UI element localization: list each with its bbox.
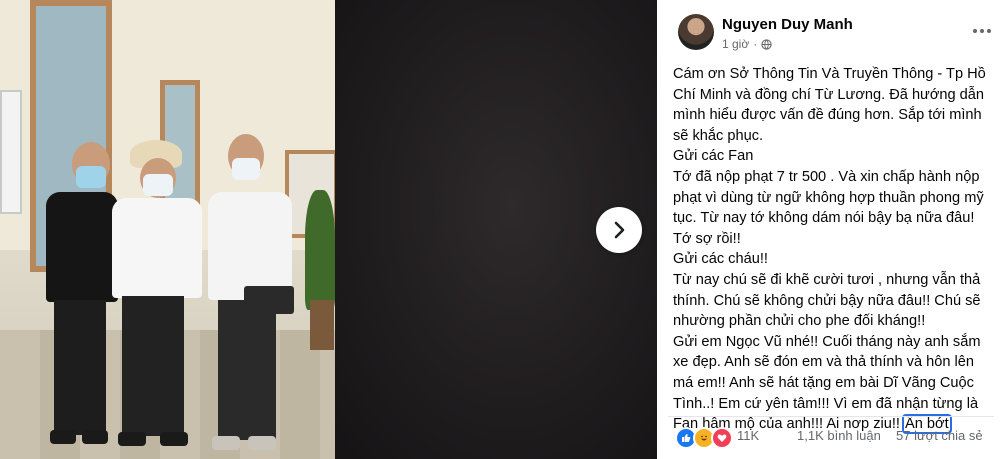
post-time[interactable]: 1 giờ <box>722 37 749 51</box>
love-reaction-icon <box>711 427 733 449</box>
more-options-button[interactable] <box>972 18 992 39</box>
photo-notice-board <box>0 90 22 214</box>
post-line: nhường phần chửi cho phe đối kháng!! <box>673 313 926 330</box>
post-line: Gửi các Fan <box>673 148 754 165</box>
globe-icon <box>761 38 772 50</box>
photo-pot <box>310 300 334 350</box>
avatar[interactable] <box>678 14 714 50</box>
post-line: sẽ khắc phục. <box>673 127 764 144</box>
post-line: Cám ơn Sở Thông Tin Và Truyền Thông - Tp… <box>673 66 986 82</box>
post-line: thính. Chú sẽ không chửi bậy nữa đâu!! C… <box>673 292 981 309</box>
post-meta: 1 giờ · <box>722 37 772 51</box>
post-line: má em!! Anh sẽ hát tặng em bài Dĩ Vãng C… <box>673 374 974 391</box>
footer-divider <box>668 416 994 417</box>
post-footer: 11K 1,1K bình luận 57 lượt chia sẻ <box>675 425 993 449</box>
post-photo[interactable] <box>0 0 335 459</box>
post-line: Gửi em Ngọc Vũ nhé!! Cuối tháng này anh … <box>673 333 981 350</box>
chevron-right-icon <box>614 221 625 239</box>
comments-count-link[interactable]: 1,1K bình luận <box>797 428 881 443</box>
post-line: Tớ sợ rồi!! <box>673 230 741 247</box>
shares-count-link[interactable]: 57 lượt chia sẻ <box>896 428 983 443</box>
post-line: mình hiểu được vấn đề đúng hơn. Sắp tới … <box>673 107 982 124</box>
reaction-icons[interactable] <box>675 427 733 449</box>
post-body: Cám ơn Sở Thông Tin Và Truyền Thông - Tp… <box>673 64 993 435</box>
post-line: Tình..! Em cứ yên tâm!!! Vì em đã nhận t… <box>673 395 979 412</box>
post-line: tục. Từ nay tớ không dám nói bậy bạ nữa … <box>673 210 975 227</box>
post-line: Từ nay chú sẽ đi khẽ cười tươi , nhưng v… <box>673 271 981 288</box>
reaction-count[interactable]: 11K <box>737 428 759 443</box>
photo-plant <box>305 190 335 310</box>
post-author[interactable]: Nguyen Duy Manh <box>722 16 853 33</box>
post-line: Gửi các cháu!! <box>673 251 768 268</box>
post-line: xe đẹp. Anh sẽ đón em và thả thính và hô… <box>673 354 975 371</box>
next-photo-button[interactable] <box>596 207 642 253</box>
post-line: phạt vì dùng từ ngữ không hợp thuần phon… <box>673 189 984 206</box>
more-horizontal-icon <box>973 29 991 33</box>
post-line: Tớ đã nộp phạt 7 tr 500 . Và xin chấp hà… <box>673 168 980 185</box>
post-line: Chí Minh và đồng chí Từ Lương. Đã hướng … <box>673 86 985 103</box>
